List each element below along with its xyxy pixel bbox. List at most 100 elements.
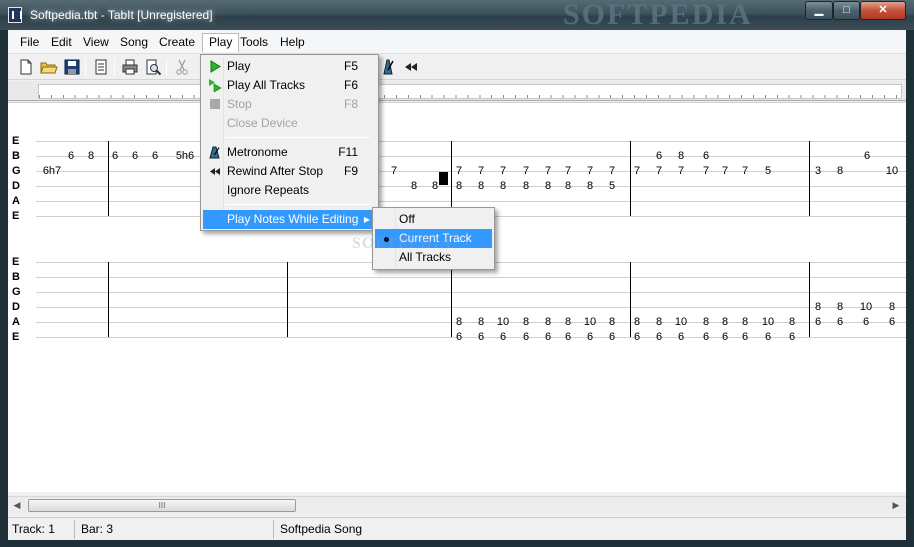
- print-preview-icon[interactable]: [144, 58, 162, 76]
- tab-note[interactable]: 8: [670, 150, 692, 162]
- scroll-right-arrow[interactable]: ▶: [889, 500, 903, 511]
- scroll-left-arrow[interactable]: ◀: [10, 500, 24, 511]
- tab-note[interactable]: 6: [714, 331, 736, 343]
- tab-note[interactable]: 6: [492, 331, 514, 343]
- tab-note[interactable]: 8: [881, 301, 903, 313]
- tab-note[interactable]: 6h7: [41, 165, 63, 177]
- tab-note[interactable]: 5h6: [174, 150, 196, 162]
- app-icon[interactable]: [8, 7, 22, 23]
- tab-note[interactable]: 8: [557, 180, 579, 192]
- tab-note[interactable]: 7: [601, 165, 623, 177]
- tab-note[interactable]: 8: [448, 180, 470, 192]
- tab-note[interactable]: 6: [537, 331, 559, 343]
- tablature-editor[interactable]: E B G D A E E B G D A E 6 8 6 6 6 5h6 6 8 6 6 6h7 7 7 7 7 7 7 7 7 7 7 7 7 7…: [8, 102, 906, 492]
- tab-note[interactable]: 8: [424, 180, 446, 192]
- tab-note[interactable]: 6: [881, 316, 903, 328]
- tab-note[interactable]: 6: [601, 331, 623, 343]
- tab-note[interactable]: 8: [714, 316, 736, 328]
- menu-rewind-after-stop-item[interactable]: Rewind After Stop F9: [203, 162, 376, 181]
- tab-note[interactable]: 6: [124, 150, 146, 162]
- tab-note[interactable]: 8: [734, 316, 756, 328]
- tab-note[interactable]: 6: [60, 150, 82, 162]
- tab-note[interactable]: 7: [537, 165, 559, 177]
- rewind-icon[interactable]: [402, 58, 420, 76]
- tab-note[interactable]: 8: [470, 316, 492, 328]
- menu-close-device-item[interactable]: Close Device: [203, 114, 376, 133]
- tab-note[interactable]: 8: [448, 316, 470, 328]
- tab-note[interactable]: 8: [557, 316, 579, 328]
- tab-note[interactable]: 8: [492, 180, 514, 192]
- tab-note[interactable]: 6: [648, 331, 670, 343]
- tab-note[interactable]: 8: [829, 165, 851, 177]
- tab-note[interactable]: 8: [537, 316, 559, 328]
- tab-note[interactable]: 8: [515, 180, 537, 192]
- tab-note[interactable]: 6: [695, 150, 717, 162]
- menu-stop-item[interactable]: Stop F8: [203, 95, 376, 114]
- menu-create[interactable]: Create: [153, 33, 201, 52]
- menu-metronome-item[interactable]: Metronome F11: [203, 143, 376, 162]
- menu-tools[interactable]: Tools: [234, 33, 274, 52]
- tab-note[interactable]: 6: [104, 150, 126, 162]
- tab-note[interactable]: 8: [601, 316, 623, 328]
- tab-note[interactable]: 6: [144, 150, 166, 162]
- submenu-off-item[interactable]: Off: [375, 210, 492, 229]
- close-button[interactable]: ✕: [860, 1, 906, 20]
- menu-edit[interactable]: Edit: [45, 33, 78, 52]
- tab-note[interactable]: 6: [648, 150, 670, 162]
- tab-note[interactable]: 8: [648, 316, 670, 328]
- tab-note[interactable]: 6: [579, 331, 601, 343]
- minimize-button[interactable]: ▁: [805, 1, 833, 20]
- tab-note[interactable]: 8: [781, 316, 803, 328]
- tab-note[interactable]: 6: [757, 331, 779, 343]
- tab-note[interactable]: 6: [670, 331, 692, 343]
- tab-note[interactable]: 7: [557, 165, 579, 177]
- ruler-scale[interactable]: [38, 84, 902, 99]
- metronome-icon[interactable]: [379, 58, 397, 76]
- tab-note[interactable]: 7: [448, 165, 470, 177]
- song-properties-icon[interactable]: [92, 58, 110, 76]
- tab-note[interactable]: 6: [470, 331, 492, 343]
- menu-ignore-repeats-item[interactable]: Ignore Repeats: [203, 181, 376, 200]
- menu-song[interactable]: Song: [114, 33, 154, 52]
- menu-file[interactable]: File: [14, 33, 45, 52]
- tab-note[interactable]: 6: [734, 331, 756, 343]
- tab-note[interactable]: 7: [492, 165, 514, 177]
- print-icon[interactable]: [121, 58, 139, 76]
- tab-note[interactable]: 6: [855, 316, 877, 328]
- tab-note[interactable]: 10: [855, 301, 877, 313]
- tab-note[interactable]: 3: [807, 165, 829, 177]
- tab-note[interactable]: 6: [856, 150, 878, 162]
- tab-note[interactable]: 6: [626, 331, 648, 343]
- tab-note[interactable]: 6: [807, 316, 829, 328]
- tab-note[interactable]: 7: [670, 165, 692, 177]
- tab-note[interactable]: 8: [403, 180, 425, 192]
- tab-note[interactable]: 6: [448, 331, 470, 343]
- new-file-icon[interactable]: [17, 58, 35, 76]
- horizontal-scrollbar[interactable]: ◀ III ▶: [8, 496, 906, 513]
- save-icon[interactable]: [63, 58, 81, 76]
- tab-note[interactable]: 7: [470, 165, 492, 177]
- scrollbar-thumb[interactable]: III: [28, 499, 296, 512]
- cut-icon[interactable]: [173, 58, 191, 76]
- tab-note[interactable]: 7: [579, 165, 601, 177]
- open-folder-icon[interactable]: [40, 58, 58, 76]
- menu-play-item[interactable]: Play F5: [203, 57, 376, 76]
- tab-note[interactable]: 7: [734, 165, 756, 177]
- tab-note[interactable]: 6: [557, 331, 579, 343]
- tab-note[interactable]: 10: [492, 316, 514, 328]
- tab-note[interactable]: 5: [601, 180, 623, 192]
- tab-note[interactable]: 7: [648, 165, 670, 177]
- tab-note[interactable]: 7: [626, 165, 648, 177]
- tab-note[interactable]: 7: [515, 165, 537, 177]
- menu-help[interactable]: Help: [274, 33, 311, 52]
- tab-note[interactable]: 6: [829, 316, 851, 328]
- tab-note[interactable]: 7: [714, 165, 736, 177]
- tab-note[interactable]: 8: [579, 180, 601, 192]
- tab-note[interactable]: 8: [470, 180, 492, 192]
- tab-note[interactable]: 10: [579, 316, 601, 328]
- tab-note[interactable]: 6: [515, 331, 537, 343]
- tab-note[interactable]: 10: [670, 316, 692, 328]
- tab-note[interactable]: 8: [807, 301, 829, 313]
- tab-note[interactable]: 8: [537, 180, 559, 192]
- tab-note[interactable]: 10: [757, 316, 779, 328]
